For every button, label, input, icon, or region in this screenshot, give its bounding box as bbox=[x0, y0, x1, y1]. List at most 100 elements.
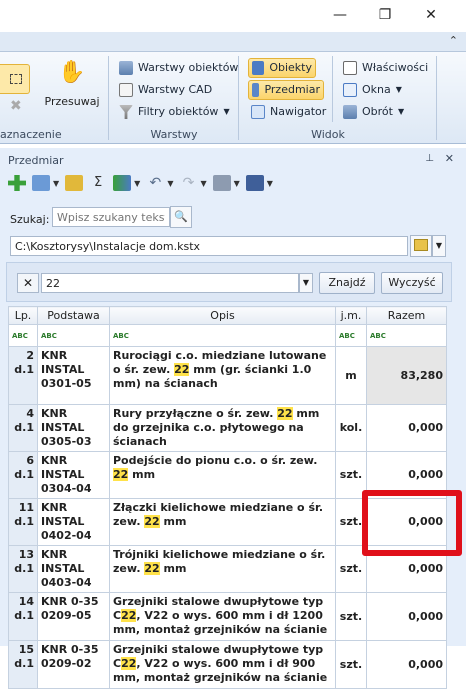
move-button[interactable]: ✋ Przesuwaj bbox=[44, 58, 100, 118]
description-cell[interactable]: Rury przyłączne o śr. zew. 22 mm do grze… bbox=[109, 404, 336, 452]
objects-toggle[interactable]: Obiekty bbox=[248, 58, 316, 78]
basis-cell[interactable]: KNR INSTAL 0304-04 bbox=[37, 451, 110, 499]
table-row[interactable]: 14 d.1 KNR 0-35 0209-05 Grzejniki stalowe dw… bbox=[8, 592, 447, 641]
column-header-total[interactable]: Razem bbox=[366, 306, 447, 325]
open-file-button[interactable] bbox=[410, 235, 432, 257]
table-row[interactable]: 6 d.1 KNR INSTAL 0304-04 Podejście do pionu … bbox=[8, 451, 447, 499]
basis-cell[interactable]: KNR 0-35 0209-05 bbox=[37, 592, 110, 641]
column-header-description[interactable]: Opis bbox=[109, 306, 336, 325]
column-filter-cell[interactable]: ABC bbox=[109, 324, 336, 347]
chevron-down-icon[interactable]: ▼ bbox=[234, 179, 240, 188]
collapse-ribbon-icon[interactable]: ⌃ bbox=[449, 34, 458, 47]
find-button[interactable]: Znajdź bbox=[319, 272, 375, 294]
unit-cell[interactable]: m bbox=[335, 346, 367, 405]
row-number-cell[interactable]: 15 d.1 bbox=[8, 640, 38, 689]
row-chapter: d.1 bbox=[14, 363, 34, 376]
column-filter-cell[interactable]: ABC bbox=[37, 324, 110, 347]
unit-cell[interactable]: kol. bbox=[335, 404, 367, 452]
description-cell[interactable]: Rurociągi c.o. miedziane lutowane o śr. … bbox=[109, 346, 336, 405]
column-header-lp[interactable]: Lp. bbox=[8, 306, 38, 325]
save-icon[interactable] bbox=[245, 175, 264, 191]
move-icon[interactable] bbox=[65, 175, 84, 191]
undo-icon[interactable]: ↶ bbox=[146, 175, 164, 191]
description-cell[interactable]: Złączki kielichowe miedziane o śr. zew. … bbox=[109, 498, 336, 546]
selection-button[interactable] bbox=[0, 64, 30, 94]
total-cell[interactable]: 0,000 bbox=[366, 592, 447, 641]
description-text: , V22 o wys. 600 mm i dł 1200 mm, montaż… bbox=[113, 609, 328, 636]
total-cell[interactable]: 0,000 bbox=[366, 451, 447, 499]
total-cell[interactable]: 0,000 bbox=[366, 404, 447, 452]
description-cell[interactable]: Grzejniki stalowe dwupłytowe typ C22, V2… bbox=[109, 592, 336, 641]
row-number-cell[interactable]: 13 d.1 bbox=[8, 545, 38, 593]
file-path-dropdown[interactable]: ▼ bbox=[432, 235, 446, 257]
chevron-down-icon[interactable]: ▼ bbox=[200, 179, 206, 188]
chevron-down-icon[interactable]: ▼ bbox=[167, 179, 173, 188]
sum-icon[interactable]: Σ bbox=[89, 175, 107, 191]
total-cell[interactable]: 0,000 bbox=[366, 545, 447, 593]
unit-cell[interactable]: szt. bbox=[335, 640, 367, 689]
windows-button[interactable]: Okna ▼ bbox=[340, 80, 405, 100]
row-number-cell[interactable]: 2 d.1 bbox=[8, 346, 38, 405]
table-row[interactable]: 13 d.1 KNR INSTAL 0403-04 Trójniki kielichow… bbox=[8, 545, 447, 593]
delete-icon[interactable]: ✖ bbox=[10, 98, 22, 114]
basis-cell[interactable]: KNR INSTAL 0301-05 bbox=[37, 346, 110, 405]
table-row[interactable]: 11 d.1 KNR INSTAL 0402-04 Złączki kielichowe… bbox=[8, 498, 447, 546]
properties-button[interactable]: Właściwości bbox=[340, 58, 431, 78]
sort-icon[interactable] bbox=[113, 175, 132, 191]
basis-code: 0301-05 bbox=[41, 377, 92, 390]
navigator-button[interactable]: Nawigator bbox=[248, 102, 329, 122]
redo-icon[interactable]: ↷ bbox=[179, 175, 197, 191]
table-row[interactable]: 2 d.1 KNR INSTAL 0301-05 Rurociągi c.o. mied… bbox=[8, 346, 447, 405]
object-filters-button[interactable]: Filtry obiektów ▼ bbox=[116, 102, 233, 122]
description-cell[interactable]: Grzejniki stalowe dwupłytowe typ C22, V2… bbox=[109, 640, 336, 689]
unit-cell[interactable]: szt. bbox=[335, 498, 367, 546]
chevron-down-icon[interactable]: ▼ bbox=[134, 179, 140, 188]
column-filter-cell[interactable]: ABC bbox=[335, 324, 367, 347]
quantity-survey-toggle[interactable]: Przedmiar bbox=[248, 80, 324, 100]
ribbon-separator bbox=[332, 56, 333, 122]
total-cell[interactable]: 0,000 bbox=[366, 498, 447, 546]
insert-icon[interactable] bbox=[32, 175, 50, 191]
unit-cell[interactable]: szt. bbox=[335, 592, 367, 641]
table-row[interactable]: 15 d.1 KNR 0-35 0209-02 Grzejniki stalowe dw… bbox=[8, 640, 447, 689]
total-cell[interactable]: 0,000 bbox=[366, 640, 447, 689]
print-icon[interactable] bbox=[212, 175, 231, 191]
basis-cell[interactable]: KNR INSTAL 0403-04 bbox=[37, 545, 110, 593]
cad-layers-button[interactable]: Warstwy CAD bbox=[116, 80, 215, 100]
column-header-basis[interactable]: Podstawa bbox=[37, 306, 110, 325]
total-cell[interactable]: 83,280 bbox=[366, 346, 447, 405]
pin-icon[interactable]: ⊥ bbox=[425, 153, 434, 164]
panel-close-icon[interactable]: ✕ bbox=[445, 152, 454, 165]
basis-cell[interactable]: KNR 0-35 0209-02 bbox=[37, 640, 110, 689]
column-filter-cell[interactable]: ABC bbox=[366, 324, 447, 347]
row-number-cell[interactable]: 11 d.1 bbox=[8, 498, 38, 546]
restore-button[interactable]: ❐ bbox=[370, 4, 400, 26]
description-cell[interactable]: Podejście do pionu c.o. o śr. zew. 22 mm bbox=[109, 451, 336, 499]
chevron-down-icon[interactable]: ▼ bbox=[53, 179, 59, 188]
file-path-field[interactable]: C:\Kosztorysy\Instalacje dom.kstx bbox=[10, 236, 408, 256]
row-number: 11 bbox=[18, 501, 34, 514]
filter-input[interactable]: 22 bbox=[41, 273, 299, 293]
column-filter-cell[interactable]: ABC bbox=[8, 324, 38, 347]
search-button[interactable]: 🔍 bbox=[170, 206, 192, 228]
add-icon[interactable] bbox=[8, 175, 26, 191]
unit-cell[interactable]: szt. bbox=[335, 451, 367, 499]
rotation-button[interactable]: Obrót ▼ bbox=[340, 102, 407, 122]
search-input[interactable] bbox=[52, 207, 170, 227]
basis-cell[interactable]: KNR INSTAL 0402-04 bbox=[37, 498, 110, 546]
basis-cell[interactable]: KNR INSTAL 0305-03 bbox=[37, 404, 110, 452]
minimize-button[interactable]: — bbox=[325, 4, 355, 26]
unit-cell[interactable]: szt. bbox=[335, 545, 367, 593]
clear-button[interactable]: Wyczyść bbox=[381, 272, 443, 294]
column-header-unit[interactable]: j.m. bbox=[335, 306, 367, 325]
chevron-down-icon[interactable]: ▼ bbox=[267, 179, 273, 188]
clear-filter-icon[interactable]: ✕ bbox=[17, 273, 39, 293]
filter-dropdown[interactable]: ▼ bbox=[299, 273, 313, 293]
row-number-cell[interactable]: 4 d.1 bbox=[8, 404, 38, 452]
row-number-cell[interactable]: 6 d.1 bbox=[8, 451, 38, 499]
description-cell[interactable]: Trójniki kielichowe miedziane o śr. zew.… bbox=[109, 545, 336, 593]
table-row[interactable]: 4 d.1 KNR INSTAL 0305-03 Rury przyłączne o ś… bbox=[8, 404, 447, 452]
close-button[interactable]: ✕ bbox=[416, 4, 446, 26]
object-layers-button[interactable]: Warstwy obiektów bbox=[116, 58, 241, 78]
row-number-cell[interactable]: 14 d.1 bbox=[8, 592, 38, 641]
